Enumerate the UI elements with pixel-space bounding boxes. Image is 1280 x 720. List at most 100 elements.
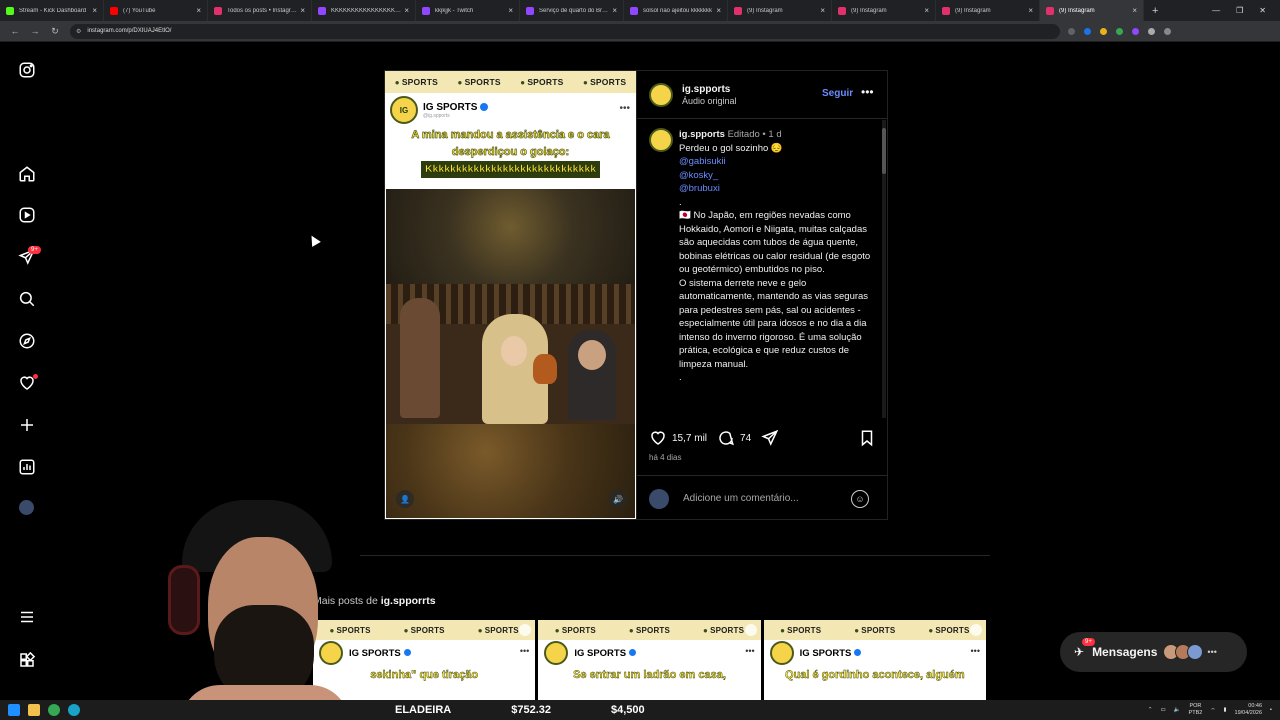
tab-close-icon[interactable]: ×: [404, 6, 409, 15]
menu-icon[interactable]: [17, 607, 37, 627]
comment-author-avatar[interactable]: [649, 128, 673, 152]
chrome-icon[interactable]: [48, 704, 60, 716]
tab-close-icon[interactable]: ×: [924, 6, 929, 15]
post-header: ig.spports Áudio original Seguir •••: [637, 71, 887, 119]
battery-icon[interactable]: ▮: [1223, 707, 1226, 713]
follow-button[interactable]: Seguir: [822, 88, 853, 99]
comments-scrollbar[interactable]: [882, 120, 886, 418]
tab-close-icon[interactable]: ×: [716, 6, 721, 15]
new-tab-button[interactable]: +: [1152, 5, 1158, 17]
reload-button[interactable]: ↻: [50, 26, 60, 37]
url-field[interactable]: ⚙ instagram.com/p/DXIUAJ4EtlO/: [70, 23, 1060, 39]
comments-section[interactable]: ig.spports Editado • 1 d Perdeu o gol so…: [637, 120, 888, 418]
wifi-icon[interactable]: ⌔: [1210, 707, 1215, 714]
comments-count: 74: [740, 432, 752, 444]
tagged-users-icon[interactable]: 👤: [396, 490, 414, 508]
notification-icon[interactable]: ▪: [1270, 707, 1272, 713]
scroll-thumb[interactable]: [882, 128, 886, 174]
browser-tab[interactable]: (9) Instagram ×: [936, 0, 1040, 21]
more-posts-user[interactable]: ig.spporrts: [381, 595, 436, 607]
mention-link[interactable]: @brubuxi: [679, 182, 875, 196]
ig-sports-logo: [769, 641, 794, 665]
tab-close-icon[interactable]: ×: [1028, 6, 1033, 15]
file-explorer-icon[interactable]: [28, 704, 40, 716]
post-thumbnail[interactable]: SPORTS SPORTS SPORTS IG SPORTS ••• Se entra…: [538, 620, 761, 700]
forward-button[interactable]: →: [30, 26, 40, 36]
audio-label[interactable]: Áudio original: [682, 96, 737, 106]
banner-text: SPORTS: [928, 626, 969, 635]
add-comment-input[interactable]: Adicione um comentário...: [683, 493, 799, 504]
browser-tab[interactable]: (9) Instagram ×: [728, 0, 832, 21]
close-window-button[interactable]: ✕: [1259, 6, 1266, 15]
tab-favicon-icon: [214, 6, 222, 15]
comment-username[interactable]: ig.spports: [679, 129, 725, 140]
banner-text: SPORTS: [583, 77, 626, 87]
extension-icon[interactable]: [1068, 27, 1075, 35]
explore-icon[interactable]: [17, 331, 37, 351]
post-date[interactable]: há 4 dias: [649, 453, 681, 462]
volume-icon[interactable]: 🔊: [609, 490, 627, 508]
thumb-account-name: IG SPORTS: [799, 647, 852, 659]
like-action[interactable]: 15,7 mil: [649, 429, 707, 447]
tray-chevron-icon[interactable]: ⌃: [1148, 707, 1153, 713]
mention-link[interactable]: @gabisukii: [679, 155, 875, 169]
reel-indicator-icon: [744, 624, 757, 636]
share-action[interactable]: [761, 429, 784, 447]
home-icon[interactable]: [17, 164, 37, 184]
save-button[interactable]: [858, 429, 876, 452]
add-comment-row: Adicione um comentário... ☺: [637, 475, 888, 521]
likes-count[interactable]: 15,7 mil: [672, 433, 707, 444]
extension-icon[interactable]: [1100, 27, 1107, 35]
site-info-icon[interactable]: ⚙: [76, 28, 81, 35]
tab-close-icon[interactable]: ×: [820, 6, 825, 15]
emoji-icon[interactable]: ☺: [851, 490, 869, 508]
minimize-button[interactable]: —: [1212, 6, 1220, 15]
reels-icon[interactable]: [17, 205, 37, 225]
tab-close-icon[interactable]: ×: [612, 6, 617, 15]
browser-tab[interactable]: Serviço de quarto do Brasil ×: [520, 0, 624, 21]
volume-icon[interactable]: 🔈: [1174, 707, 1181, 713]
tab-close-icon[interactable]: ×: [508, 6, 513, 15]
browser-tab[interactable]: solsol nao ajeitou kkkkkkk ×: [624, 0, 728, 21]
search-icon[interactable]: [17, 289, 37, 309]
author-username[interactable]: ig.spports: [682, 84, 737, 95]
browser-tab[interactable]: (9) Instagram ×: [1040, 0, 1144, 21]
profile-icon[interactable]: [1164, 27, 1171, 35]
tab-close-icon[interactable]: ×: [300, 6, 305, 15]
browser-tab[interactable]: kkjkjjk - Twitch ×: [416, 0, 520, 21]
language-indicator[interactable]: POR PTB2: [1189, 703, 1203, 717]
back-button[interactable]: ←: [10, 26, 20, 36]
extension-icon[interactable]: [1116, 27, 1123, 35]
more-options-icon[interactable]: •••: [861, 85, 874, 99]
start-icon[interactable]: [8, 704, 20, 716]
instagram-logo-icon[interactable]: [17, 60, 37, 80]
caption-line: Kkkkkkkkkkkkkkkkkkkkkkkkkkkkk: [420, 161, 601, 178]
maximize-button[interactable]: ❐: [1236, 6, 1243, 15]
browser-tab[interactable]: (9) Instagram ×: [832, 0, 936, 21]
browser-tab[interactable]: KKKKKKKKKKKKKKKKKKKKK×: [312, 0, 416, 21]
extension-icon[interactable]: [1132, 27, 1139, 35]
profile-avatar[interactable]: [19, 500, 34, 515]
tab-close-icon[interactable]: ×: [92, 6, 97, 15]
post-thumbnail[interactable]: SPORTS SPORTS SPORTS IG SPORTS ••• Qual é g…: [763, 620, 986, 700]
messages-button[interactable]: ✈ 9+ Mensagens •••: [1060, 632, 1247, 672]
author-avatar[interactable]: [649, 82, 673, 107]
mention-link[interactable]: @kosky_: [679, 169, 875, 183]
more-apps-icon[interactable]: [17, 650, 37, 670]
app-icon[interactable]: [68, 704, 80, 716]
browser-tab[interactable]: Todos os posts • Instagram ×: [208, 0, 312, 21]
post-media[interactable]: SPORTS SPORTS SPORTS SPORTS IG IG SPORTS…: [384, 70, 637, 520]
browser-tab[interactable]: Stream - Kick Dashboard ×: [0, 0, 104, 21]
video-player[interactable]: 👤 🔊: [386, 189, 635, 518]
create-icon[interactable]: [17, 415, 37, 435]
clock[interactable]: 00:46 19/04/2026: [1235, 703, 1263, 717]
tab-close-icon[interactable]: ×: [196, 6, 201, 15]
dashboard-icon[interactable]: [17, 457, 37, 477]
extensions-puzzle-icon[interactable]: [1148, 27, 1155, 35]
network-icon[interactable]: ▭: [1160, 707, 1165, 713]
extension-icon[interactable]: [1084, 27, 1091, 35]
comment-action[interactable]: 74: [717, 429, 751, 447]
tab-close-icon[interactable]: ×: [1132, 6, 1137, 15]
headphones: [168, 565, 200, 635]
browser-tab[interactable]: (7) YouTube ×: [104, 0, 208, 21]
